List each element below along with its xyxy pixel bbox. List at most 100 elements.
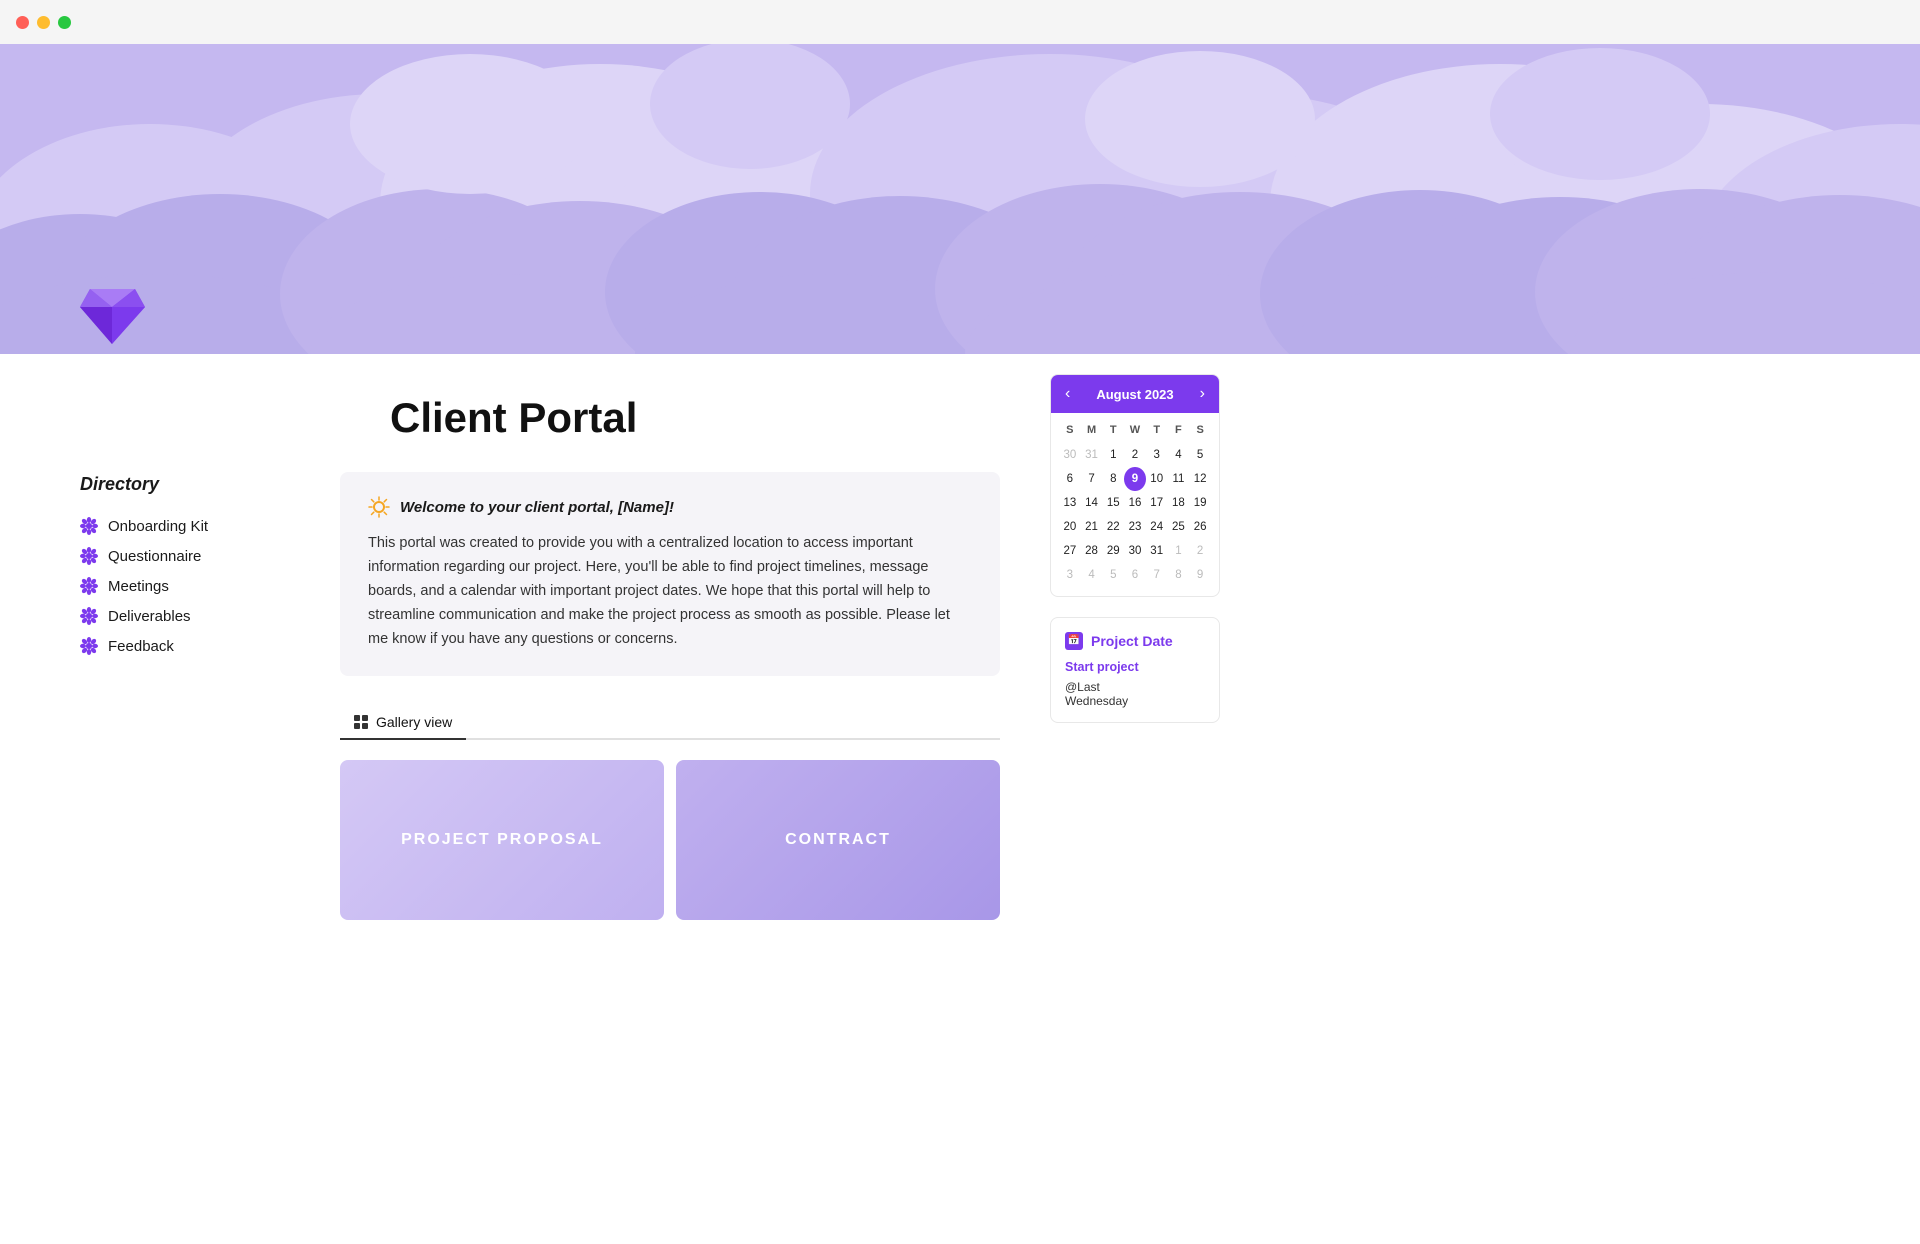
main-content: Client Portal Welcome to your client por…: [320, 354, 1040, 960]
calendar-prev-button[interactable]: ‹: [1065, 385, 1070, 403]
cal-day[interactable]: 25: [1168, 515, 1190, 539]
cal-day[interactable]: 7: [1081, 467, 1103, 491]
project-date-header: 📅 Project Date: [1065, 632, 1205, 650]
gallery-card-proposal[interactable]: PROJECT PROPOSAL: [340, 760, 664, 920]
cal-day[interactable]: 4: [1081, 563, 1103, 587]
gallery-card-contract[interactable]: CONTRACT: [676, 760, 1000, 920]
cal-day[interactable]: 7: [1146, 563, 1168, 587]
cal-day[interactable]: 11: [1168, 467, 1190, 491]
welcome-body: This portal was created to provide you w…: [368, 532, 972, 652]
cal-day[interactable]: 9: [1124, 467, 1146, 491]
gallery-view-label: Gallery view: [376, 714, 452, 730]
cal-day[interactable]: 8: [1102, 467, 1124, 491]
hero-banner: [0, 44, 1920, 354]
sidebar-item-3[interactable]: Deliverables: [80, 601, 280, 631]
cal-day[interactable]: 6: [1124, 563, 1146, 587]
sidebar-item-2[interactable]: Meetings: [80, 571, 280, 601]
cal-day[interactable]: 3: [1059, 563, 1081, 587]
cal-day[interactable]: 5: [1189, 443, 1211, 467]
cal-day[interactable]: 4: [1168, 443, 1190, 467]
cal-day[interactable]: 30: [1124, 539, 1146, 563]
calendar-weekdays: SMTWTFS: [1059, 421, 1211, 439]
cal-day[interactable]: 6: [1059, 467, 1081, 491]
project-date-start: Start project: [1065, 660, 1205, 674]
cal-day[interactable]: 13: [1059, 491, 1081, 515]
proposal-label: PROJECT PROPOSAL: [401, 831, 603, 849]
sidebar-item-label: Deliverables: [108, 608, 191, 625]
cal-day[interactable]: 9: [1189, 563, 1211, 587]
minimize-dot[interactable]: [37, 16, 50, 29]
calendar-next-button[interactable]: ›: [1200, 385, 1205, 403]
gallery-view-tab[interactable]: Gallery view: [340, 706, 466, 740]
cal-day[interactable]: 1: [1168, 539, 1190, 563]
cal-day[interactable]: 24: [1146, 515, 1168, 539]
sidebar-item-label: Feedback: [108, 638, 174, 655]
sidebar-item-1[interactable]: Questionnaire: [80, 541, 280, 571]
calendar-header: ‹ August 2023 ›: [1051, 375, 1219, 413]
close-dot[interactable]: [16, 16, 29, 29]
project-date-title: Project Date: [1091, 633, 1173, 649]
cal-weekday: M: [1081, 421, 1103, 439]
cal-day[interactable]: 14: [1081, 491, 1103, 515]
cal-day[interactable]: 26: [1189, 515, 1211, 539]
cal-day[interactable]: 5: [1102, 563, 1124, 587]
cal-day[interactable]: 23: [1124, 515, 1146, 539]
cal-weekday: T: [1146, 421, 1168, 439]
gallery-tab-bar: Gallery view: [340, 706, 1000, 740]
project-date-card: 📅 Project Date Start project @Last Wedne…: [1050, 617, 1220, 723]
flower-icon: [80, 577, 98, 595]
cal-day[interactable]: 22: [1102, 515, 1124, 539]
page-title: Client Portal: [340, 394, 1000, 442]
sidebar-item-4[interactable]: Feedback: [80, 631, 280, 661]
maximize-dot[interactable]: [58, 16, 71, 29]
diamond-icon: [80, 289, 145, 344]
cal-day[interactable]: 10: [1146, 467, 1168, 491]
flower-icon: [80, 517, 98, 535]
cal-day[interactable]: 19: [1189, 491, 1211, 515]
cal-day[interactable]: 2: [1189, 539, 1211, 563]
cal-day[interactable]: 15: [1102, 491, 1124, 515]
gallery-grid: PROJECT PROPOSAL CONTRACT: [340, 760, 1000, 920]
contract-label: CONTRACT: [785, 831, 891, 849]
sidebar-item-label: Onboarding Kit: [108, 518, 208, 535]
welcome-header: Welcome to your client portal, [Name]!: [368, 496, 972, 518]
flower-icon: [80, 547, 98, 565]
cal-day[interactable]: 27: [1059, 539, 1081, 563]
cal-day[interactable]: 12: [1189, 467, 1211, 491]
cal-day[interactable]: 16: [1124, 491, 1146, 515]
cal-day[interactable]: 2: [1124, 443, 1146, 467]
project-date-start-label: Start project: [1065, 660, 1139, 674]
cal-weekday: F: [1168, 421, 1190, 439]
welcome-title: Welcome to your client portal, [Name]!: [400, 499, 674, 516]
cal-day[interactable]: 20: [1059, 515, 1081, 539]
cal-day[interactable]: 29: [1102, 539, 1124, 563]
cal-day[interactable]: 28: [1081, 539, 1103, 563]
directory-title: Directory: [80, 474, 280, 495]
titlebar: [0, 0, 1920, 44]
welcome-box: Welcome to your client portal, [Name]! T…: [340, 472, 1000, 676]
cal-day[interactable]: 21: [1081, 515, 1103, 539]
cal-day[interactable]: 30: [1059, 443, 1081, 467]
right-panel: ‹ August 2023 › SMTWTFS 3031123456789101…: [1040, 354, 1240, 960]
sidebar-item-label: Meetings: [108, 578, 169, 595]
project-date-value: @Last Wednesday: [1065, 680, 1205, 708]
cal-day[interactable]: 3: [1146, 443, 1168, 467]
project-date-icon: 📅: [1065, 632, 1083, 650]
cal-weekday: S: [1189, 421, 1211, 439]
sidebar: Directory Onboarding Kit Questionnaire: [0, 354, 320, 960]
cal-day[interactable]: 1: [1102, 443, 1124, 467]
cal-day[interactable]: 18: [1168, 491, 1190, 515]
calendar-days: 3031123456789101112131415161718192021222…: [1059, 443, 1211, 588]
calendar-body: SMTWTFS 30311234567891011121314151617181…: [1051, 413, 1219, 596]
calendar: ‹ August 2023 › SMTWTFS 3031123456789101…: [1050, 374, 1220, 597]
cal-day[interactable]: 31: [1081, 443, 1103, 467]
flower-icon: [80, 607, 98, 625]
sidebar-item-0[interactable]: Onboarding Kit: [80, 511, 280, 541]
grid-icon: [354, 715, 368, 729]
calendar-month-label: August 2023: [1096, 387, 1173, 402]
sidebar-item-label: Questionnaire: [108, 548, 201, 565]
cal-day[interactable]: 8: [1168, 563, 1190, 587]
cal-day[interactable]: 17: [1146, 491, 1168, 515]
cal-weekday: S: [1059, 421, 1081, 439]
cal-day[interactable]: 31: [1146, 539, 1168, 563]
